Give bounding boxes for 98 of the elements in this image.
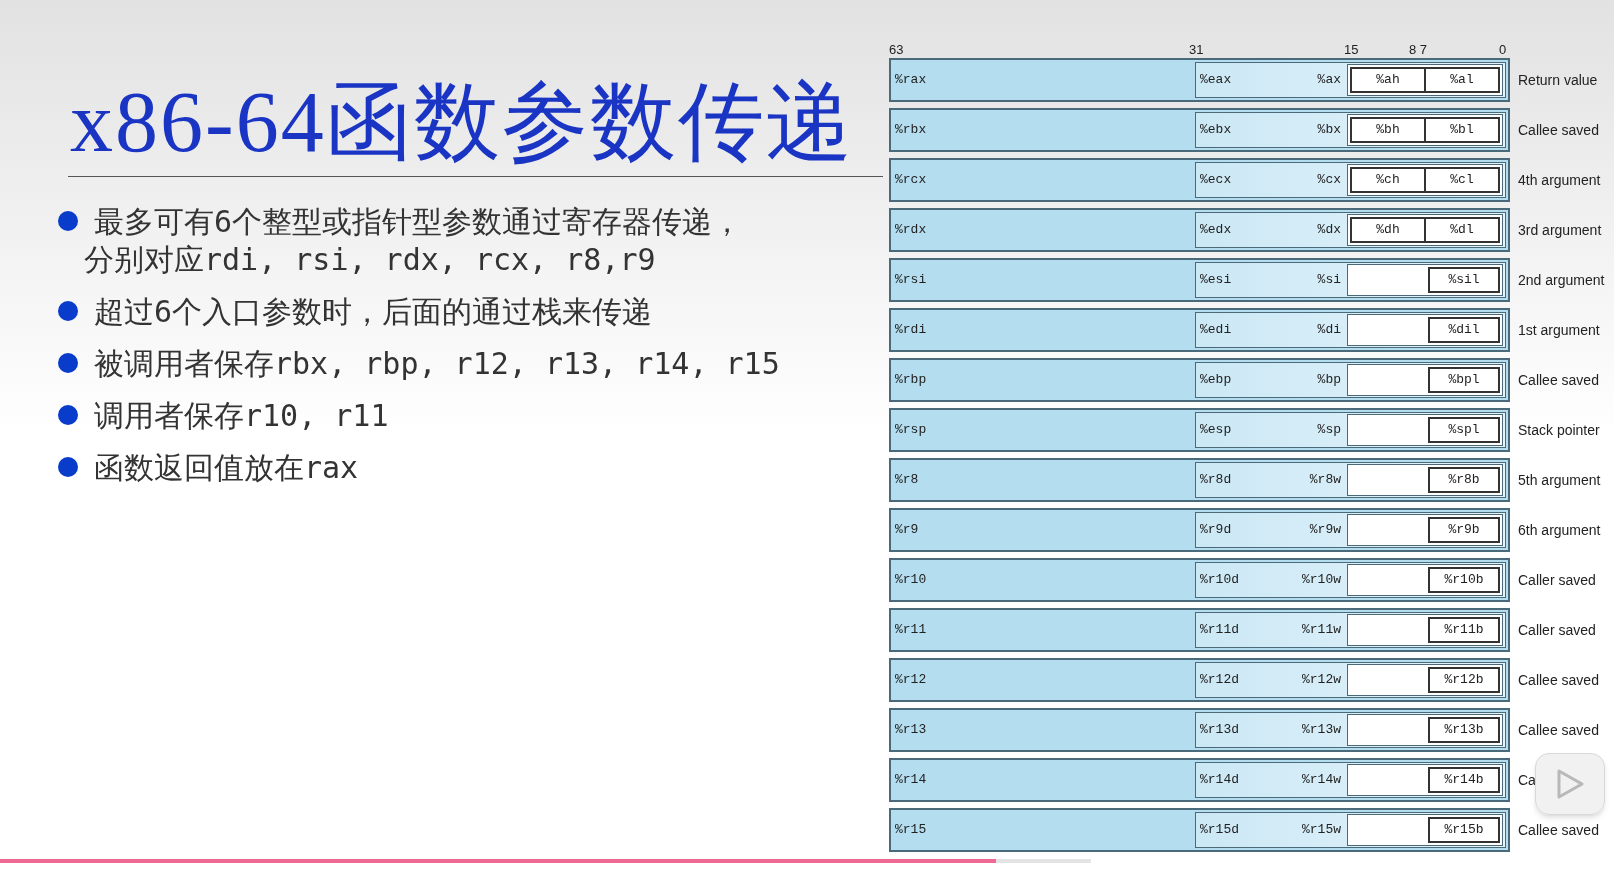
register-name: %rsp (894, 421, 928, 440)
register-role: Callee saved (1518, 670, 1599, 690)
register-name: %r8d (1200, 471, 1233, 490)
register-role: Callee saved (1518, 120, 1599, 140)
register-name: %r14w (1302, 771, 1342, 790)
register-role: 4th argument (1518, 170, 1601, 190)
bullet-text: 被调用者保存rbx, rbp, r12, r13, r14, r15 (94, 345, 780, 383)
register-role: Caller saved (1518, 570, 1596, 590)
register-name: %r9d (1200, 521, 1233, 540)
register-name: %edi (1200, 321, 1233, 340)
register-name: %bpl (1428, 367, 1500, 393)
register-name: %rax (894, 71, 928, 90)
register-name: %r11b (1428, 617, 1500, 643)
register-name: %eax (1200, 71, 1233, 90)
register-name: %r10w (1302, 571, 1342, 590)
register-name: %dl (1425, 217, 1500, 243)
register-role: Ca (1518, 770, 1536, 790)
register-role: 5th argument (1518, 470, 1601, 490)
register-name: %bp (1317, 371, 1342, 390)
register-name: %r13w (1302, 721, 1342, 740)
register-name: %edx (1200, 221, 1233, 240)
register-role: Callee saved (1518, 820, 1599, 840)
register-role: Caller saved (1518, 620, 1596, 640)
register-role: 6th argument (1518, 520, 1601, 540)
slide-title: x86-64函数参数传递 (69, 78, 855, 166)
register-name: %r14b (1428, 767, 1500, 793)
register-name: %r10b (1428, 567, 1500, 593)
bullet-text: 超过6个入口参数时，后面的通过栈来传递 (94, 293, 653, 331)
register-role: Stack pointer (1518, 420, 1600, 440)
register-name: %rcx (894, 171, 928, 190)
register-name: %spl (1428, 417, 1500, 443)
register-name: %ecx (1200, 171, 1233, 190)
register-name: %r11d (1200, 621, 1240, 640)
register-name: %bh (1350, 117, 1425, 143)
register-name: %ch (1350, 167, 1425, 193)
bit-index: 15 (1344, 41, 1359, 59)
register-role: Callee saved (1518, 370, 1599, 390)
register-name: %si (1317, 271, 1342, 290)
bit-index: 0 (1499, 41, 1507, 59)
register-name: %sp (1317, 421, 1342, 440)
register-name: %ebx (1200, 121, 1233, 140)
register-name: %rdi (894, 321, 928, 340)
register-name: %dil (1428, 317, 1500, 343)
register-name: %ah (1350, 67, 1425, 93)
bullet-text: 调用者保存r10, r11 (94, 397, 389, 435)
bullet-text: 分别对应rdi, rsi, rdx, rcx, r8,r9 (84, 241, 657, 279)
register-name: %r15b (1428, 817, 1500, 843)
register-name: %bx (1317, 121, 1342, 140)
register-name: %bl (1425, 117, 1500, 143)
register-name: %rbx (894, 121, 928, 140)
register-name: %cx (1317, 171, 1342, 190)
play-icon (1556, 769, 1584, 799)
register-name: %r9w (1309, 521, 1342, 540)
register-name: %r12d (1200, 671, 1240, 690)
register-name: %r14 (894, 771, 928, 790)
register-name: %r12w (1302, 671, 1342, 690)
register-name: %r9 (894, 521, 920, 540)
bullet-text: 最多可有6个整型或指针型参数通过寄存器传递， (94, 203, 743, 241)
register-name: %r13 (894, 721, 928, 740)
bit-index: 31 (1189, 41, 1204, 59)
register-name: %r11w (1302, 621, 1342, 640)
register-role: Return value (1518, 70, 1598, 90)
register-name: %cl (1425, 167, 1500, 193)
register-name: %r8 (894, 471, 920, 490)
register-name: %r15 (894, 821, 928, 840)
register-name: %r12b (1428, 667, 1500, 693)
register-name: %r8w (1309, 471, 1342, 490)
register-name: %dx (1317, 221, 1342, 240)
register-name: %dh (1350, 217, 1425, 243)
register-name: %r15w (1302, 821, 1342, 840)
register-role: 3rd argument (1518, 220, 1602, 240)
register-name: %rdx (894, 221, 928, 240)
register-name: %r10d (1200, 571, 1240, 590)
register-name: %esp (1200, 421, 1233, 440)
play-button[interactable] (1535, 753, 1605, 815)
register-name: %r11 (894, 621, 928, 640)
bit-index: 63 (889, 41, 904, 59)
register-name: %r13b (1428, 717, 1500, 743)
register-role: 2nd argument (1518, 270, 1605, 290)
register-name: %r14d (1200, 771, 1240, 790)
register-name: %r9b (1428, 517, 1500, 543)
register-role: Callee saved (1518, 720, 1599, 740)
bullet-text: 函数返回值放在rax (94, 449, 359, 487)
register-name: %esi (1200, 271, 1233, 290)
register-name: %ebp (1200, 371, 1233, 390)
register-name: %r15d (1200, 821, 1240, 840)
register-role: 1st argument (1518, 320, 1600, 340)
register-name: %di (1317, 321, 1342, 340)
register-name: %r10 (894, 571, 928, 590)
register-name: %r8b (1428, 467, 1500, 493)
register-name: %r13d (1200, 721, 1240, 740)
bit-index: 8 7 (1409, 41, 1428, 59)
register-name: %rsi (894, 271, 928, 290)
register-name: %sil (1428, 267, 1500, 293)
register-name: %ax (1317, 71, 1342, 90)
register-name: %al (1425, 67, 1500, 93)
register-name: %r12 (894, 671, 928, 690)
register-name: %rbp (894, 371, 928, 390)
